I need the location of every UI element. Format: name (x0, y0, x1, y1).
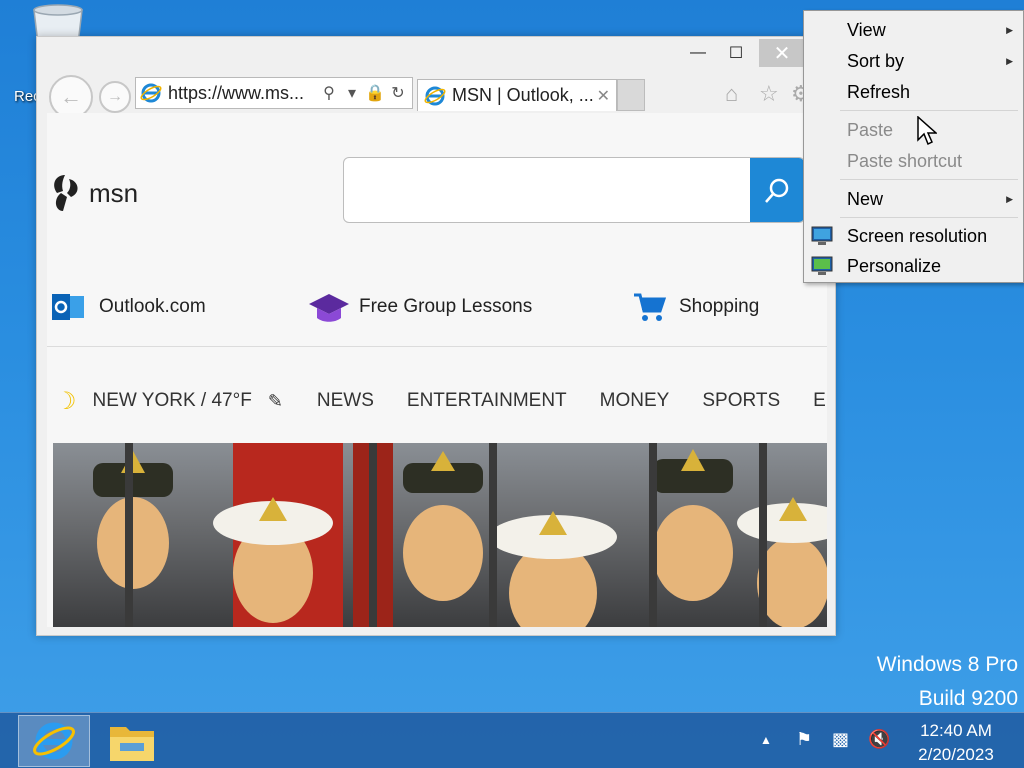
butterfly-icon (54, 175, 78, 211)
ie-icon (424, 86, 446, 105)
msn-page: msn Outlook.com Free Group Lessons Shopp… (47, 113, 827, 627)
menu-item-label: Personalize (847, 255, 942, 276)
taskbar-ie-button[interactable] (18, 715, 90, 767)
msn-logo-text: msn (89, 177, 139, 208)
weather-widget[interactable]: ☽ NEW YORK / 47°F ✎ (55, 387, 283, 416)
ie-icon (140, 83, 162, 103)
refresh-icon[interactable]: ↻ (388, 83, 408, 103)
maximize-button[interactable]: ☐ (721, 39, 751, 67)
arrow-right-icon: → (107, 88, 123, 105)
folder-icon (110, 727, 154, 761)
nav-item-news[interactable]: NEWS (317, 390, 374, 412)
menu-separator (840, 179, 1018, 180)
menu-separator (840, 217, 1018, 218)
watermark-edition: Windows 8 Pro (876, 653, 1018, 676)
pencil-icon[interactable]: ✎ (268, 391, 283, 412)
menu-item-label: View (847, 19, 886, 40)
menu-item-refresh[interactable]: Refresh (804, 77, 1023, 107)
clock-time: 12:40 AM (920, 721, 992, 740)
address-bar[interactable]: https://www.ms... ⚲ ▾ 🔒 ↻ (135, 77, 413, 109)
menu-item-personalize[interactable]: Personalize (804, 251, 1023, 281)
show-hidden-icons-button[interactable]: ▲ (760, 733, 772, 747)
outlook-icon (49, 289, 89, 325)
search-input[interactable] (343, 157, 805, 223)
dropdown-icon[interactable]: ▾ (342, 83, 362, 103)
nav-item-money[interactable]: MONEY (600, 390, 670, 412)
quick-link-label: Outlook.com (99, 296, 206, 317)
magnifier-icon (765, 178, 789, 203)
windows-watermark: Windows 8 Pro Build 9200 (877, 648, 1018, 716)
desktop-context-menu: View ▶ Sort by ▶ Refresh Paste Paste sho… (803, 10, 1024, 283)
menu-item-label: Paste (847, 119, 894, 140)
submenu-arrow-icon: ▶ (1006, 24, 1013, 35)
clock-date: 2/20/2023 (918, 745, 994, 764)
tab-close-icon[interactable]: ✕ (597, 86, 610, 106)
search-button[interactable] (750, 158, 804, 222)
taskbar-clock[interactable]: 12:40 AM 2/20/2023 (902, 719, 1010, 767)
quick-link-lessons[interactable]: Free Group Lessons (309, 287, 532, 327)
menu-item-label: Sort by (847, 50, 905, 71)
watermark-build: Build 9200 (918, 687, 1018, 710)
menu-item-new[interactable]: New ▶ (804, 184, 1023, 214)
quick-link-shopping[interactable]: Shopping (629, 287, 759, 327)
tab-msn[interactable]: MSN | Outlook, ... ✕ (417, 79, 617, 111)
volume-muted-icon[interactable]: 🔇 (868, 729, 890, 750)
menu-item-paste-shortcut[interactable]: Paste shortcut (804, 146, 1023, 176)
quick-links: Outlook.com Free Group Lessons Shopping (47, 287, 827, 347)
new-tab-button[interactable] (617, 79, 645, 111)
minimize-button[interactable]: — (683, 39, 713, 67)
submenu-arrow-icon: ▶ (1006, 55, 1013, 66)
action-center-flag-icon[interactable]: ⚑ (796, 729, 812, 750)
msn-logo[interactable]: msn (51, 171, 138, 215)
search-icon[interactable]: ⚲ (319, 83, 339, 103)
shopping-cart-icon (629, 289, 669, 325)
quick-link-outlook[interactable]: Outlook.com (49, 287, 206, 327)
close-button[interactable]: ✕ (759, 39, 805, 67)
ie-icon (33, 722, 75, 760)
mouse-cursor-icon (917, 116, 937, 146)
menu-item-label: Paste shortcut (847, 150, 963, 171)
divider (47, 346, 827, 347)
moon-icon: ☽ (55, 387, 77, 415)
arrow-left-icon: ← (60, 84, 82, 109)
tab-title: MSN | Outlook, ... (452, 85, 594, 105)
monitor-icon (811, 226, 833, 245)
menu-item-label: Screen resolution (847, 225, 988, 246)
menu-item-label: Refresh (847, 81, 911, 102)
favorites-star-icon[interactable]: ☆ (759, 81, 779, 107)
menu-separator (840, 110, 1018, 111)
menu-item-screen-resolution[interactable]: Screen resolution (804, 221, 1023, 251)
address-text[interactable]: https://www.ms... (162, 83, 316, 104)
taskbar-file-explorer-button[interactable] (96, 715, 168, 767)
menu-item-sort-by[interactable]: Sort by ▶ (804, 46, 1023, 76)
menu-item-label: New (847, 188, 884, 209)
hero-image[interactable] (53, 443, 827, 627)
graduation-cap-icon (309, 289, 349, 325)
nav-item-entertainment[interactable]: ENTERTAINMENT (407, 390, 567, 412)
personalize-icon (811, 256, 833, 275)
quick-link-label: Shopping (679, 296, 760, 317)
submenu-arrow-icon: ▶ (1006, 193, 1013, 204)
taskbar: ▲ ⚑ ▩ 🔇 12:40 AM 2/20/2023 (0, 712, 1024, 768)
weather-text: NEW YORK / 47°F (92, 390, 252, 411)
ie-window: — ☐ ✕ ← → https://www.ms... ⚲ ▾ 🔒 ↻ MSN … (36, 36, 836, 636)
nav-item-sports[interactable]: SPORTS (702, 390, 780, 412)
lock-icon[interactable]: 🔒 (365, 83, 385, 103)
network-icon[interactable]: ▩ (832, 729, 849, 750)
menu-item-paste[interactable]: Paste (804, 115, 1023, 145)
nav-item-more[interactable]: E (813, 390, 826, 412)
menu-item-view[interactable]: View ▶ (804, 15, 1023, 45)
forward-button[interactable]: → (99, 81, 131, 113)
quick-link-label: Free Group Lessons (359, 296, 533, 317)
msn-nav: ☽ NEW YORK / 47°F ✎ NEWS ENTERTAINMENT M… (47, 381, 827, 421)
home-icon[interactable]: ⌂ (725, 81, 738, 107)
